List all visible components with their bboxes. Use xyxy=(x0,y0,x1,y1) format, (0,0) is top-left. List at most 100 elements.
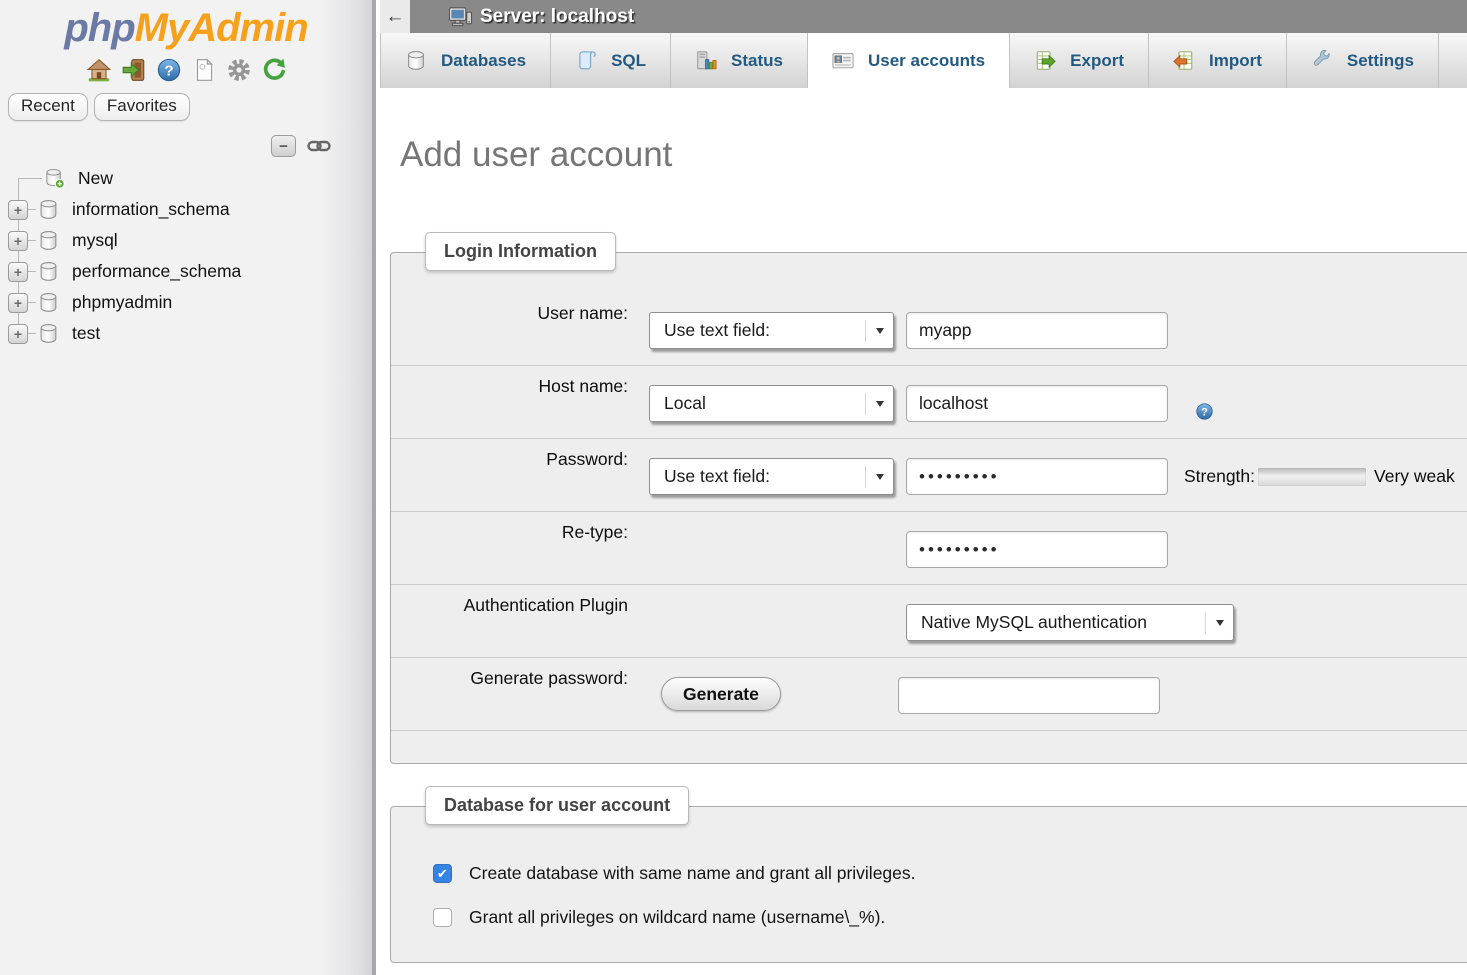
tab-settings[interactable]: Settings xyxy=(1287,33,1439,88)
tree-twig-line xyxy=(28,240,36,241)
generate-password-row: Generate password: Generate xyxy=(391,658,1467,731)
database-for-user-account-fieldset: Database for user account Create databas… xyxy=(390,806,1467,963)
quick-access-row: Recent Favorites xyxy=(8,93,372,121)
server-icon xyxy=(448,6,473,28)
settings-gear-icon[interactable] xyxy=(226,57,252,83)
help-icon[interactable] xyxy=(156,57,182,83)
tab-label: Status xyxy=(731,51,783,71)
server-breadcrumb-title[interactable]: Server: localhost xyxy=(480,6,634,28)
phpmyadmin-logo[interactable]: phpMyAdmin xyxy=(0,0,372,51)
hostname-label: Host name: xyxy=(391,366,628,438)
favorites-button[interactable]: Favorites xyxy=(94,93,190,121)
grant-wildcard-checkbox-row: Grant all privileges on wildcard name (u… xyxy=(433,907,1467,928)
tree-item-label: mysql xyxy=(72,230,118,251)
refresh-icon[interactable] xyxy=(261,57,287,83)
expand-plus-button[interactable] xyxy=(8,200,28,220)
tree-twig-line xyxy=(28,302,36,303)
tab-user-accounts[interactable]: User accounts xyxy=(808,33,1010,88)
generate-button[interactable]: Generate xyxy=(661,677,781,711)
tree-controls xyxy=(0,135,332,157)
create-database-checkbox-row: Create database with same name and grant… xyxy=(433,863,1467,884)
generated-password-output[interactable] xyxy=(898,677,1160,714)
username-label: User name: xyxy=(391,293,628,365)
hostname-row: Host name: Local xyxy=(391,366,1467,439)
sidebar-nav-icons xyxy=(0,57,372,83)
tab-status[interactable]: Status xyxy=(671,33,808,88)
grant-wildcard-checkbox[interactable] xyxy=(433,908,452,927)
main-tab-bar: Databases SQL Status User accounts Expor… xyxy=(380,33,1467,88)
hostname-help-icon[interactable] xyxy=(1195,402,1214,421)
logout-door-icon[interactable] xyxy=(121,57,147,83)
strength-meter-bar xyxy=(1258,468,1366,486)
tab-label: Databases xyxy=(441,51,526,71)
tree-twig-line xyxy=(28,271,36,272)
expand-plus-button[interactable] xyxy=(8,231,28,251)
chevron-down-icon xyxy=(865,466,893,488)
create-database-checkbox[interactable] xyxy=(433,864,452,883)
main-panel: ← Server: localhost Databases SQL Status… xyxy=(380,0,1467,975)
tab-import[interactable]: Import xyxy=(1149,33,1287,88)
status-chart-icon xyxy=(695,50,717,71)
documentation-icon[interactable] xyxy=(191,57,217,83)
tab-sql[interactable]: SQL xyxy=(551,33,671,88)
tree-item-information-schema[interactable]: information_schema xyxy=(0,194,372,225)
tree-twig-line xyxy=(28,333,36,334)
tree-item-mysql[interactable]: mysql xyxy=(0,225,372,256)
tree-item-label: performance_schema xyxy=(72,261,241,282)
import-icon xyxy=(1173,50,1195,71)
link-with-main-panel-icon[interactable] xyxy=(306,138,332,154)
retype-row: Re-type: xyxy=(391,512,1467,585)
auth-plugin-label: Authentication Plugin xyxy=(391,585,628,657)
home-icon[interactable] xyxy=(86,57,112,83)
sidebar-resize-handle[interactable] xyxy=(372,0,378,975)
database-icon xyxy=(38,230,59,251)
tab-databases[interactable]: Databases xyxy=(380,33,551,88)
expand-plus-button[interactable] xyxy=(8,324,28,344)
select-value: Use text field: xyxy=(664,320,770,341)
expand-plus-button[interactable] xyxy=(8,293,28,313)
generate-password-label: Generate password: xyxy=(391,658,628,730)
tab-label: Settings xyxy=(1347,51,1414,71)
strength-text: Very weak xyxy=(1374,466,1455,487)
recent-button[interactable]: Recent xyxy=(8,93,88,121)
username-input[interactable] xyxy=(906,312,1168,349)
tree-item-phpmyadmin[interactable]: phpmyadmin xyxy=(0,287,372,318)
username-type-select[interactable]: Use text field: xyxy=(649,312,894,349)
tree-item-new[interactable]: New xyxy=(0,163,372,194)
password-strength-meter: Strength: Very weak xyxy=(1184,458,1455,495)
new-database-icon xyxy=(44,168,65,189)
tree-item-label: New xyxy=(78,168,113,189)
wrench-icon xyxy=(1311,50,1333,71)
retype-password-input[interactable] xyxy=(906,531,1168,568)
logo-myadmin-part: MyAdmin xyxy=(135,6,308,50)
tree-elbow-line xyxy=(18,178,42,179)
tab-label: User accounts xyxy=(868,51,985,71)
page-title: Add user account xyxy=(400,135,1467,175)
tree-item-test[interactable]: test xyxy=(0,318,372,349)
auth-plugin-row: Authentication Plugin Native MySQL authe… xyxy=(391,585,1467,658)
collapse-all-button[interactable] xyxy=(271,135,296,157)
hostname-input[interactable] xyxy=(906,385,1168,422)
auth-plugin-select[interactable]: Native MySQL authentication xyxy=(906,604,1234,641)
tab-label: SQL xyxy=(611,51,646,71)
user-accounts-card-icon xyxy=(832,50,854,71)
tree-item-label: test xyxy=(72,323,100,344)
tree-item-performance-schema[interactable]: performance_schema xyxy=(0,256,372,287)
database-tree: New information_schema mysql performance… xyxy=(0,163,372,349)
tab-export[interactable]: Export xyxy=(1010,33,1149,88)
expand-plus-button[interactable] xyxy=(8,262,28,282)
strength-label: Strength: xyxy=(1184,466,1255,487)
grant-wildcard-checkbox-label[interactable]: Grant all privileges on wildcard name (u… xyxy=(469,907,885,928)
tab-label: Export xyxy=(1070,51,1124,71)
password-row: Password: Use text field: Strength: Very… xyxy=(391,439,1467,512)
password-input[interactable] xyxy=(906,458,1168,495)
navigation-sidebar: phpMyAdmin Recent Favorites New informat… xyxy=(0,0,372,975)
login-information-legend: Login Information xyxy=(425,232,616,271)
create-database-checkbox-label[interactable]: Create database with same name and grant… xyxy=(469,863,916,884)
hostname-type-select[interactable]: Local xyxy=(649,385,894,422)
tree-twig-line xyxy=(28,209,36,210)
logo-php-part: php xyxy=(64,6,134,50)
back-arrow-button[interactable]: ← xyxy=(380,0,410,33)
password-type-select[interactable]: Use text field: xyxy=(649,458,894,495)
chevron-down-icon xyxy=(865,393,893,415)
